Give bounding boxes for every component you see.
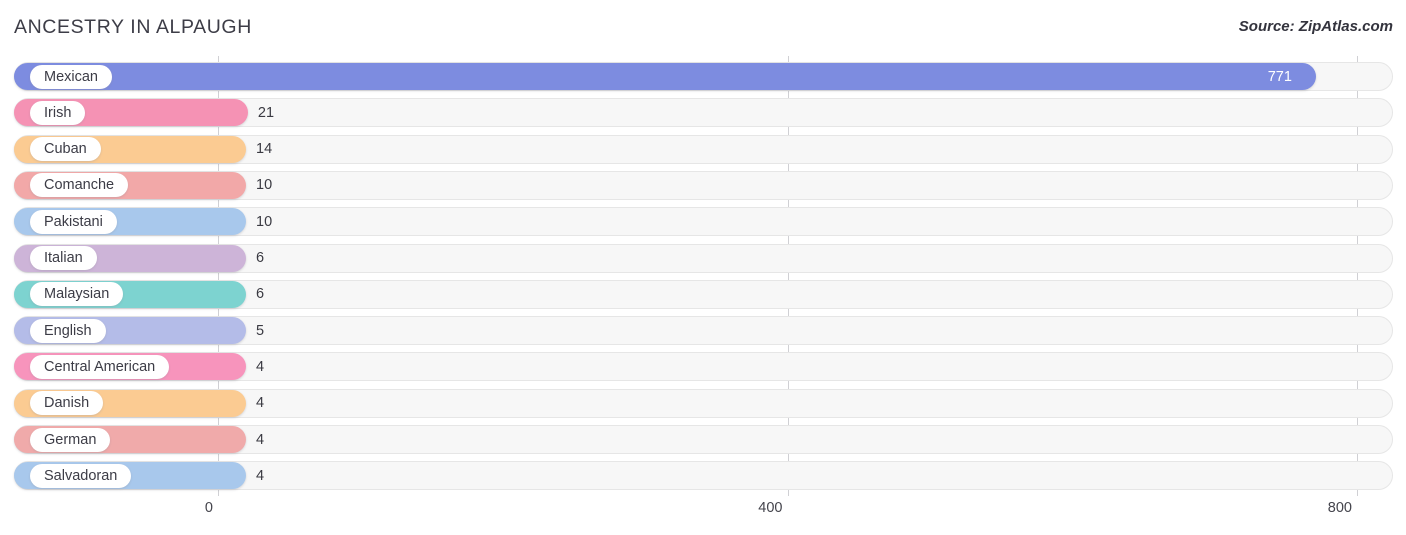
bar-value-label: 6 <box>256 286 265 303</box>
bar-category-label: Cuban <box>30 137 101 162</box>
bar-row[interactable]: English 5 <box>14 316 1393 346</box>
bar-rows: Mexican 771 Irish 21 Cuban 14 Comanche 10 Pakist… <box>0 56 1406 496</box>
bar-category-label: German <box>30 427 111 452</box>
bar-value-label: 21 <box>257 104 275 121</box>
bar-category-label: English <box>30 318 106 343</box>
bar-row[interactable]: Malaysian 6 <box>14 279 1393 309</box>
bar-row[interactable]: Salvadoran 4 <box>14 461 1393 491</box>
bar-row[interactable]: Irish 21 <box>14 98 1393 128</box>
bar-value-label: 4 <box>256 431 265 448</box>
bar-row[interactable]: Pakistani 10 <box>14 207 1393 237</box>
bar-category-label: Danish <box>30 391 104 416</box>
bar-category-label: Irish <box>30 100 86 125</box>
bar-category-label: Italian <box>30 246 97 270</box>
bar-value-label: 4 <box>256 395 265 412</box>
bar-category-label: Pakistani <box>30 209 117 234</box>
x-axis: 0 400 800 <box>0 496 1406 535</box>
bar-row[interactable]: Cuban 14 <box>14 134 1393 164</box>
bar-category-label: Comanche <box>30 173 129 198</box>
bar-category-label: Mexican <box>30 64 112 89</box>
bar-value-label: 4 <box>256 467 265 484</box>
page-title: ANCESTRY IN ALPAUGH <box>14 16 252 38</box>
x-tick-label-800: 800 <box>1327 500 1352 516</box>
bar-value-label: 6 <box>256 250 265 266</box>
bar-row[interactable]: Italian 6 <box>14 243 1393 273</box>
bar-row[interactable]: Central American 4 <box>14 352 1393 382</box>
bar-row[interactable]: Comanche 10 <box>14 170 1393 200</box>
bar-value-label: 10 <box>256 177 273 194</box>
bar-value-label: 4 <box>256 358 265 375</box>
bar-value-label: 14 <box>256 141 273 158</box>
chart-plot-area: Mexican 771 Irish 21 Cuban 14 Comanche 10 Pakist… <box>0 56 1406 496</box>
bar-category-label: Central American <box>30 354 170 379</box>
bar-category-label: Salvadoran <box>30 463 132 488</box>
bar-row[interactable]: Danish 4 <box>14 388 1393 418</box>
bar-category-label: Malaysian <box>30 282 124 307</box>
bar-value-label: 5 <box>256 322 265 339</box>
source-attribution: Source: ZipAtlas.com <box>1238 18 1393 35</box>
chart-header: ANCESTRY IN ALPAUGH Source: ZipAtlas.com <box>0 0 1406 56</box>
bar[interactable] <box>14 63 1316 90</box>
bar-value-label: 771 <box>1267 68 1292 85</box>
x-tick-label-400: 400 <box>758 500 783 516</box>
bar-value-label: 10 <box>256 213 273 230</box>
x-tick-label-0: 0 <box>204 500 213 516</box>
bar-row[interactable]: Mexican 771 <box>14 62 1393 91</box>
bar-row[interactable]: German 4 <box>14 425 1393 454</box>
